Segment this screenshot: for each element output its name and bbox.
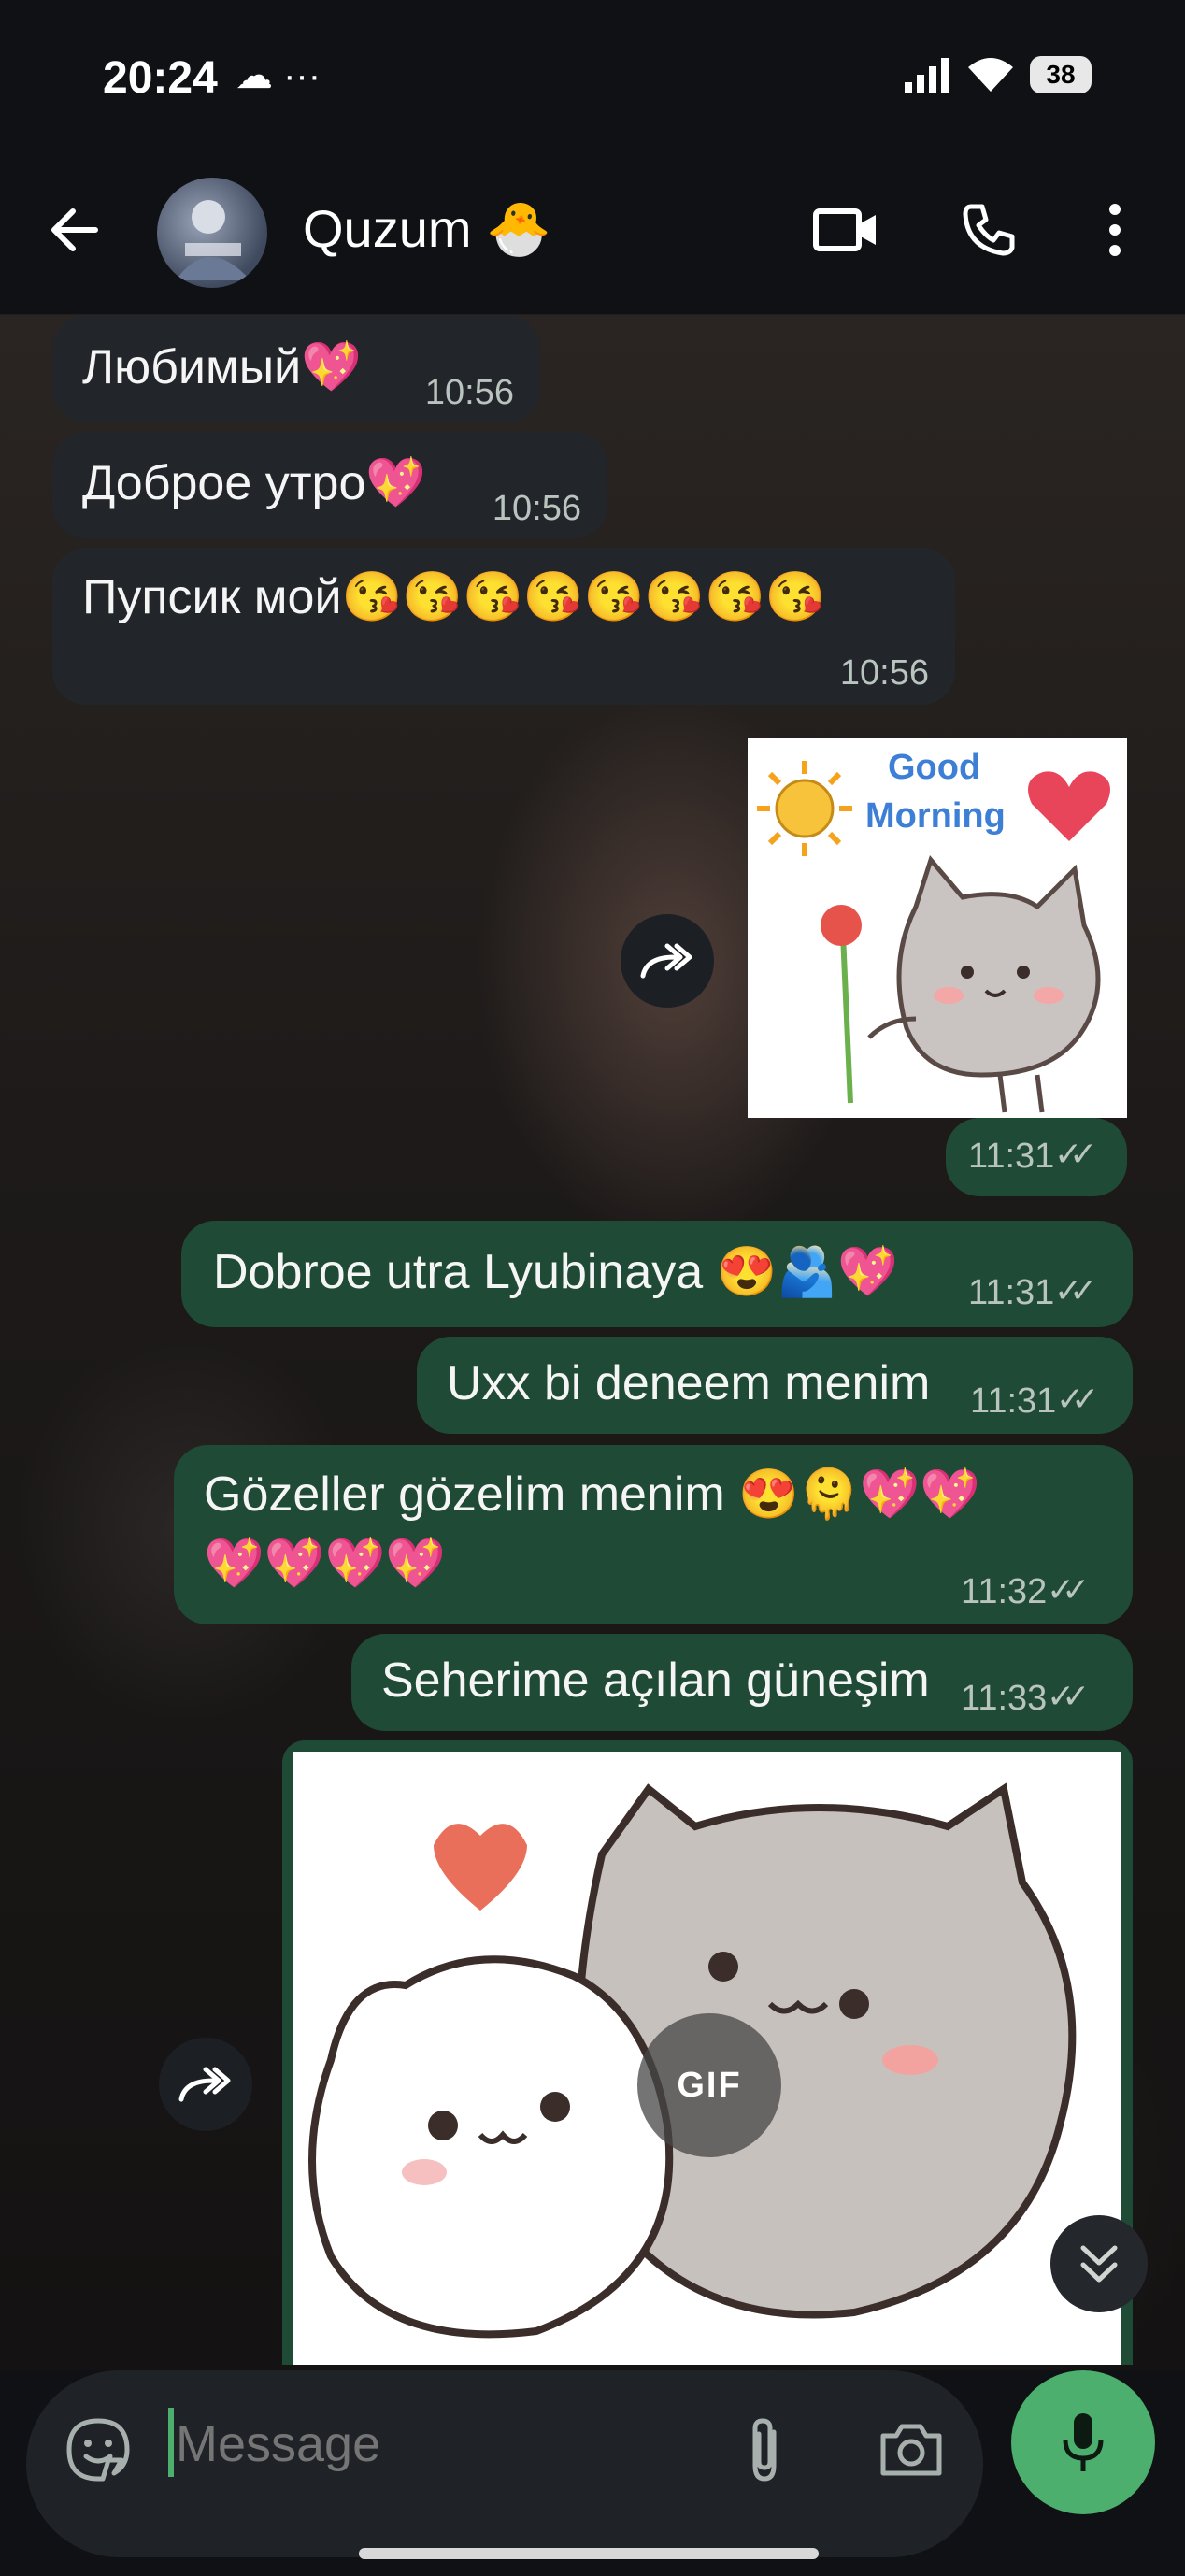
- scroll-to-bottom-button[interactable]: [1050, 2215, 1148, 2312]
- message-text-line-1: Gözeller gözelim menim 😍🫠💖💖: [204, 1467, 981, 1522]
- contact-avatar[interactable]: [157, 178, 267, 288]
- sticker-image[interactable]: Good Morning: [748, 738, 1127, 1118]
- read-receipt-icon: ✓✓: [1047, 1570, 1090, 1609]
- contact-name[interactable]: Quzum 🐣: [303, 198, 551, 260]
- emoji-button[interactable]: [58, 2410, 138, 2490]
- battery-icon: 38: [1030, 56, 1092, 93]
- forward-icon: [640, 943, 692, 979]
- wifi-icon: [968, 58, 1013, 92]
- read-receipt-icon: ✓✓: [1054, 1135, 1097, 1173]
- message-text: Uxx bi deneem menim: [447, 1356, 931, 1410]
- sticker-meta: 11:31 ✓✓: [946, 1118, 1127, 1196]
- outgoing-message[interactable]: Dobroe utra Lyubinaya 😍🫂💖 11:31 ✓✓: [181, 1221, 1133, 1327]
- sticker-smile-icon: [66, 2418, 130, 2482]
- video-camera-icon: [813, 208, 876, 251]
- signal-icon: [905, 58, 949, 93]
- message-time: 11:32: [961, 1572, 1048, 1611]
- phone-icon: [963, 204, 1015, 256]
- outgoing-message[interactable]: Uxx bi deneem menim 11:31 ✓✓: [417, 1337, 1133, 1434]
- heart-icon: [1028, 771, 1110, 841]
- forward-button[interactable]: [159, 2038, 252, 2131]
- incoming-message[interactable]: Любимый💖 10:56: [52, 316, 540, 422]
- message-time: 11:33: [961, 1679, 1048, 1718]
- camera-button[interactable]: [869, 2410, 953, 2490]
- attach-button[interactable]: [727, 2410, 802, 2490]
- status-time: 20:24: [103, 53, 218, 103]
- incoming-message[interactable]: Пупсик мой😘😘😘😘😘😘😘😘 10:56: [52, 548, 955, 705]
- read-receipt-icon: ✓✓: [1047, 1677, 1090, 1715]
- back-button[interactable]: [37, 193, 112, 267]
- cat-icon: [821, 854, 1101, 1113]
- outgoing-message[interactable]: Gözeller gözelim menim 😍🫠💖💖 💖💖💖💖 11:32 ✓…: [174, 1445, 1133, 1624]
- status-icons: 38: [903, 56, 1092, 93]
- read-receipt-icon: ✓✓: [1054, 1271, 1097, 1309]
- message-text: Seherime açılan güneşim: [381, 1653, 930, 1708]
- sticker-text-morning: Morning: [865, 796, 1006, 836]
- voice-record-button[interactable]: [1011, 2370, 1155, 2514]
- paperclip-icon: [752, 2418, 777, 2482]
- message-text: Пупсик мой😘😘😘😘😘😘😘😘: [82, 570, 826, 624]
- forward-icon: [178, 2067, 231, 2102]
- message-text: Dobroe utra Lyubinaya 😍🫂💖: [213, 1245, 898, 1299]
- gif-play-button[interactable]: GIF: [637, 2013, 781, 2157]
- camera-icon: [880, 2424, 942, 2476]
- incoming-message[interactable]: Доброе утро💖 10:56: [52, 432, 607, 538]
- message-input[interactable]: [174, 2398, 701, 2490]
- message-time: 11:31: [968, 1273, 1055, 1312]
- sticker-text-good: Good: [888, 748, 981, 787]
- forward-button[interactable]: [621, 914, 714, 1008]
- message-time: 10:56: [839, 653, 929, 693]
- message-text-line-2: 💖💖💖💖: [204, 1537, 446, 1591]
- status-notification-icons: ☁ ···: [236, 55, 321, 96]
- message-text: Любимый💖: [82, 340, 362, 394]
- outgoing-message[interactable]: Seherime açılan güneşim 11:33 ✓✓: [351, 1634, 1133, 1731]
- voice-call-button[interactable]: [951, 193, 1026, 267]
- microphone-icon: [1063, 2413, 1104, 2471]
- message-time: 10:56: [424, 373, 514, 412]
- chevron-double-down-icon: [1080, 2245, 1118, 2283]
- home-indicator: [359, 2548, 819, 2559]
- gif-message[interactable]: GIF: [282, 1740, 1133, 2365]
- more-vertical-icon: [1109, 204, 1121, 256]
- read-receipt-icon: ✓✓: [1056, 1380, 1099, 1418]
- message-time: 10:56: [492, 489, 581, 528]
- message-text: Доброе утро💖: [82, 456, 427, 510]
- more-options-button[interactable]: [1082, 193, 1148, 267]
- sun-icon: [757, 761, 852, 856]
- video-call-button[interactable]: [804, 193, 888, 267]
- arrow-left-icon: [51, 208, 98, 251]
- message-time: 11:31: [970, 1381, 1057, 1421]
- message-time: 11:31: [968, 1137, 1055, 1176]
